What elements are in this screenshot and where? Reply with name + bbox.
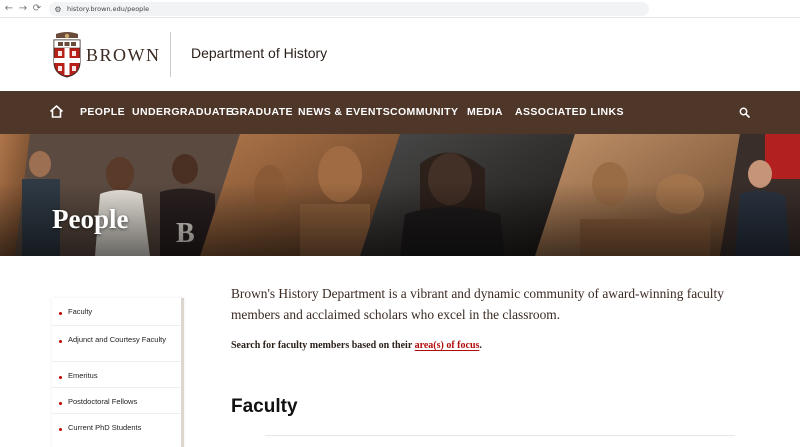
home-icon[interactable] [49, 104, 64, 119]
hero-banner: B People [0, 134, 800, 256]
nav-graduate[interactable]: GRADUATE [231, 106, 293, 118]
nav-news-events[interactable]: NEWS & EVENTS [298, 106, 390, 118]
sidebar-item-faculty[interactable]: Faculty [52, 298, 181, 326]
intro-paragraph: Brown's History Department is a vibrant … [231, 286, 724, 322]
sidebar-item-adjunct-courtesy-faculty[interactable]: Adjunct and Courtesy Faculty [52, 326, 181, 362]
reload-icon[interactable]: ⟳ [30, 2, 44, 16]
sidebar-item-current-phd-students[interactable]: Current PhD Students [52, 414, 181, 440]
header-divider [170, 32, 171, 77]
hero-collage-image: B [0, 134, 800, 256]
section-heading-faculty: Faculty [231, 396, 298, 417]
search-note-suffix: . [479, 340, 482, 351]
main-nav: PEOPLE UNDERGRADUATE GRADUATE NEWS & EVE… [0, 91, 800, 134]
search-icon[interactable] [739, 107, 750, 118]
browser-toolbar: ← → ⟳ ⚙ history.brown.edu/people [0, 0, 800, 18]
forward-arrow-icon[interactable]: → [16, 2, 30, 16]
department-title[interactable]: Department of History [191, 45, 327, 61]
page-title: People [52, 204, 129, 234]
nav-associated-links[interactable]: ASSOCIATED LINKS [515, 106, 624, 118]
section-divider [265, 435, 735, 436]
site-header: BROWN Department of History [0, 18, 800, 91]
sidebar-item-emeritus[interactable]: Emeritus [52, 362, 181, 388]
site-info-icon[interactable]: ⚙ [53, 4, 63, 14]
brown-wordmark[interactable]: BROWN [86, 45, 161, 66]
nav-media[interactable]: MEDIA [467, 106, 503, 118]
nav-community[interactable]: COMMUNITY [390, 106, 458, 118]
search-note-text: Search for faculty members based on thei… [231, 340, 415, 351]
search-note: Search for faculty members based on thei… [231, 340, 482, 351]
sidebar-item-postdoctoral-fellows[interactable]: Postdoctoral Fellows [52, 388, 181, 414]
sidebar-nav: Faculty Adjunct and Courtesy Faculty Eme… [52, 298, 184, 447]
area-of-focus-link[interactable]: area(s) of focus [415, 340, 480, 351]
url-text[interactable]: history.brown.edu/people [67, 5, 149, 13]
nav-undergraduate[interactable]: UNDERGRADUATE [132, 106, 233, 118]
nav-people[interactable]: PEOPLE [80, 106, 125, 118]
address-bar[interactable]: ⚙ history.brown.edu/people [49, 2, 649, 16]
back-arrow-icon[interactable]: ← [2, 2, 16, 16]
brown-shield-icon[interactable] [52, 32, 82, 78]
